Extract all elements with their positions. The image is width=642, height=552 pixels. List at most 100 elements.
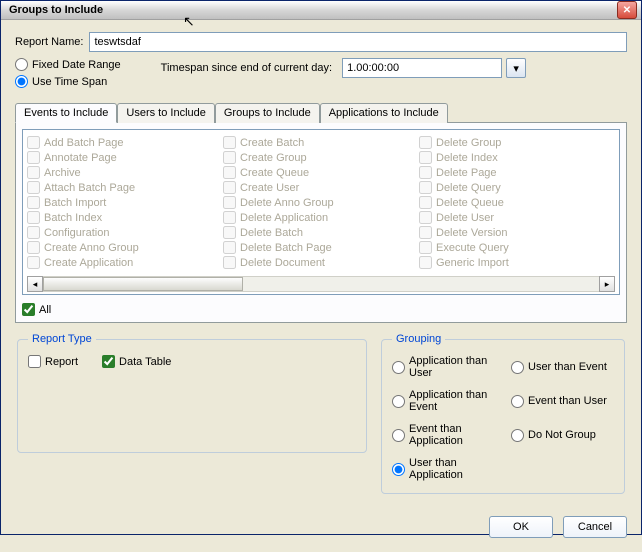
event-checkbox[interactable]: Create Anno Group (27, 241, 223, 254)
event-checkbox[interactable]: Delete Index (419, 151, 615, 164)
event-checkbox[interactable]: Execute Query (419, 241, 615, 254)
event-label: Add Batch Page (44, 137, 124, 149)
event-checkbox[interactable]: Delete Query (419, 181, 615, 194)
fieldset-row: Report Type Report Data Table Grouping A… (15, 333, 627, 494)
report-type-fieldset: Report Type Report Data Table (17, 333, 367, 453)
all-row: All (22, 303, 620, 316)
event-checkbox[interactable]: Attach Batch Page (27, 181, 223, 194)
event-label: Delete Document (240, 257, 325, 269)
event-checkbox[interactable]: Configuration (27, 226, 223, 239)
event-label: Batch Index (44, 212, 102, 224)
event-label: Batch Import (44, 197, 106, 209)
events-column: Create Batch Create Group Create Queue Crea… (223, 136, 419, 272)
grouping-fieldset: Grouping Application than User User than… (381, 333, 625, 494)
event-label: Delete Application (240, 212, 328, 224)
titlebar: Groups to Include ✕ (1, 1, 641, 20)
event-checkbox[interactable]: Add Batch Page (27, 136, 223, 149)
event-checkbox[interactable]: Delete Document (223, 256, 419, 269)
all-label: All (39, 304, 51, 316)
grouping-app-user[interactable]: Application than User (392, 355, 495, 379)
event-checkbox[interactable]: Delete Anno Group (223, 196, 419, 209)
report-checkbox[interactable]: Report (28, 355, 78, 368)
event-checkbox[interactable]: Batch Index (27, 211, 223, 224)
event-checkbox[interactable]: Create Group (223, 151, 419, 164)
event-checkbox[interactable]: Create Application (27, 256, 223, 269)
timespan-row: Timespan since end of current day: ▾ (161, 58, 526, 78)
report-type-legend: Report Type (28, 333, 96, 345)
grouping-app-event[interactable]: Application than Event (392, 389, 495, 413)
event-checkbox[interactable]: Generic Import (419, 256, 615, 269)
event-checkbox[interactable]: Archive (27, 166, 223, 179)
content-area: Report Name: Fixed Date Range Use Time S… (1, 20, 641, 506)
event-checkbox[interactable]: Create User (223, 181, 419, 194)
horizontal-scrollbar[interactable]: ◂ ▸ (27, 276, 615, 292)
data-table-checkbox[interactable]: Data Table (102, 355, 171, 368)
event-label: Delete Batch Page (240, 242, 332, 254)
event-checkbox[interactable]: Delete Application (223, 211, 419, 224)
event-label: Create Queue (240, 167, 309, 179)
tab-events[interactable]: Events to Include (15, 103, 117, 123)
tab-users[interactable]: Users to Include (117, 103, 214, 123)
event-checkbox[interactable]: Delete Group (419, 136, 615, 149)
event-checkbox[interactable]: Create Batch (223, 136, 419, 149)
report-name-input[interactable] (89, 32, 627, 52)
event-checkbox[interactable]: Delete Page (419, 166, 615, 179)
date-mode-radios: Fixed Date Range Use Time Span (15, 58, 121, 88)
tabs: Events to Include Users to Include Group… (15, 102, 627, 122)
event-checkbox[interactable]: Create Queue (223, 166, 419, 179)
report-name-row: Report Name: (15, 32, 627, 52)
fixed-date-range-radio[interactable]: Fixed Date Range (15, 58, 121, 71)
event-checkbox[interactable]: Delete Batch (223, 226, 419, 239)
event-checkbox[interactable]: Batch Import (27, 196, 223, 209)
grouping-event-app[interactable]: Event than Application (392, 423, 495, 447)
event-label: Delete Group (436, 137, 501, 149)
chevron-down-icon: ▾ (513, 62, 519, 75)
timespan-input[interactable] (342, 58, 502, 78)
event-label: Configuration (44, 227, 109, 239)
grouping-user-app-label: User than Application (409, 457, 495, 481)
grouping-no-group-label: Do Not Group (528, 429, 596, 441)
event-label: Create User (240, 182, 299, 194)
all-checkbox[interactable]: All (22, 303, 620, 316)
use-time-span-radio[interactable]: Use Time Span (15, 75, 121, 88)
events-column: Delete Group Delete Index Delete Page Delet… (419, 136, 615, 272)
event-label: Create Application (44, 257, 133, 269)
grouping-user-event-label: User than Event (528, 361, 607, 373)
grouping-no-group[interactable]: Do Not Group (511, 423, 614, 447)
scroll-track[interactable] (43, 276, 599, 292)
grouping-app-user-label: Application than User (409, 355, 495, 379)
data-table-checkbox-label: Data Table (119, 356, 171, 368)
event-label: Delete Version (436, 227, 508, 239)
grouping-user-app[interactable]: User than Application (392, 457, 495, 481)
event-label: Delete Page (436, 167, 497, 179)
events-columns: Add Batch Page Annotate Page Archive Attach… (27, 136, 615, 272)
close-button[interactable]: ✕ (617, 1, 637, 19)
event-label: Annotate Page (44, 152, 117, 164)
event-checkbox[interactable]: Delete Batch Page (223, 241, 419, 254)
tab-applications[interactable]: Applications to Include (320, 103, 448, 123)
event-label: Execute Query (436, 242, 509, 254)
grouping-event-user[interactable]: Event than User (511, 389, 614, 413)
event-label: Create Group (240, 152, 307, 164)
event-checkbox[interactable]: Delete User (419, 211, 615, 224)
dialog-window: Groups to Include ✕ ↖ Report Name: Fixed… (0, 0, 642, 535)
event-label: Delete Query (436, 182, 501, 194)
scroll-right-button[interactable]: ▸ (599, 276, 615, 292)
footer: OK Cancel (1, 506, 641, 552)
report-name-label: Report Name: (15, 36, 83, 48)
event-checkbox[interactable]: Delete Version (419, 226, 615, 239)
timespan-dropdown-button[interactable]: ▾ (506, 58, 526, 78)
grouping-event-user-label: Event than User (528, 395, 607, 407)
grouping-app-event-label: Application than Event (409, 389, 495, 413)
scroll-left-button[interactable]: ◂ (27, 276, 43, 292)
event-checkbox[interactable]: Annotate Page (27, 151, 223, 164)
tab-groups[interactable]: Groups to Include (215, 103, 320, 123)
scroll-thumb[interactable] (43, 277, 243, 291)
window-title: Groups to Include (5, 4, 617, 16)
event-label: Delete Queue (436, 197, 504, 209)
events-column: Add Batch Page Annotate Page Archive Attach… (27, 136, 223, 272)
use-time-span-label: Use Time Span (32, 76, 107, 88)
timespan-label: Timespan since end of current day: (161, 62, 332, 74)
grouping-user-event[interactable]: User than Event (511, 355, 614, 379)
event-checkbox[interactable]: Delete Queue (419, 196, 615, 209)
